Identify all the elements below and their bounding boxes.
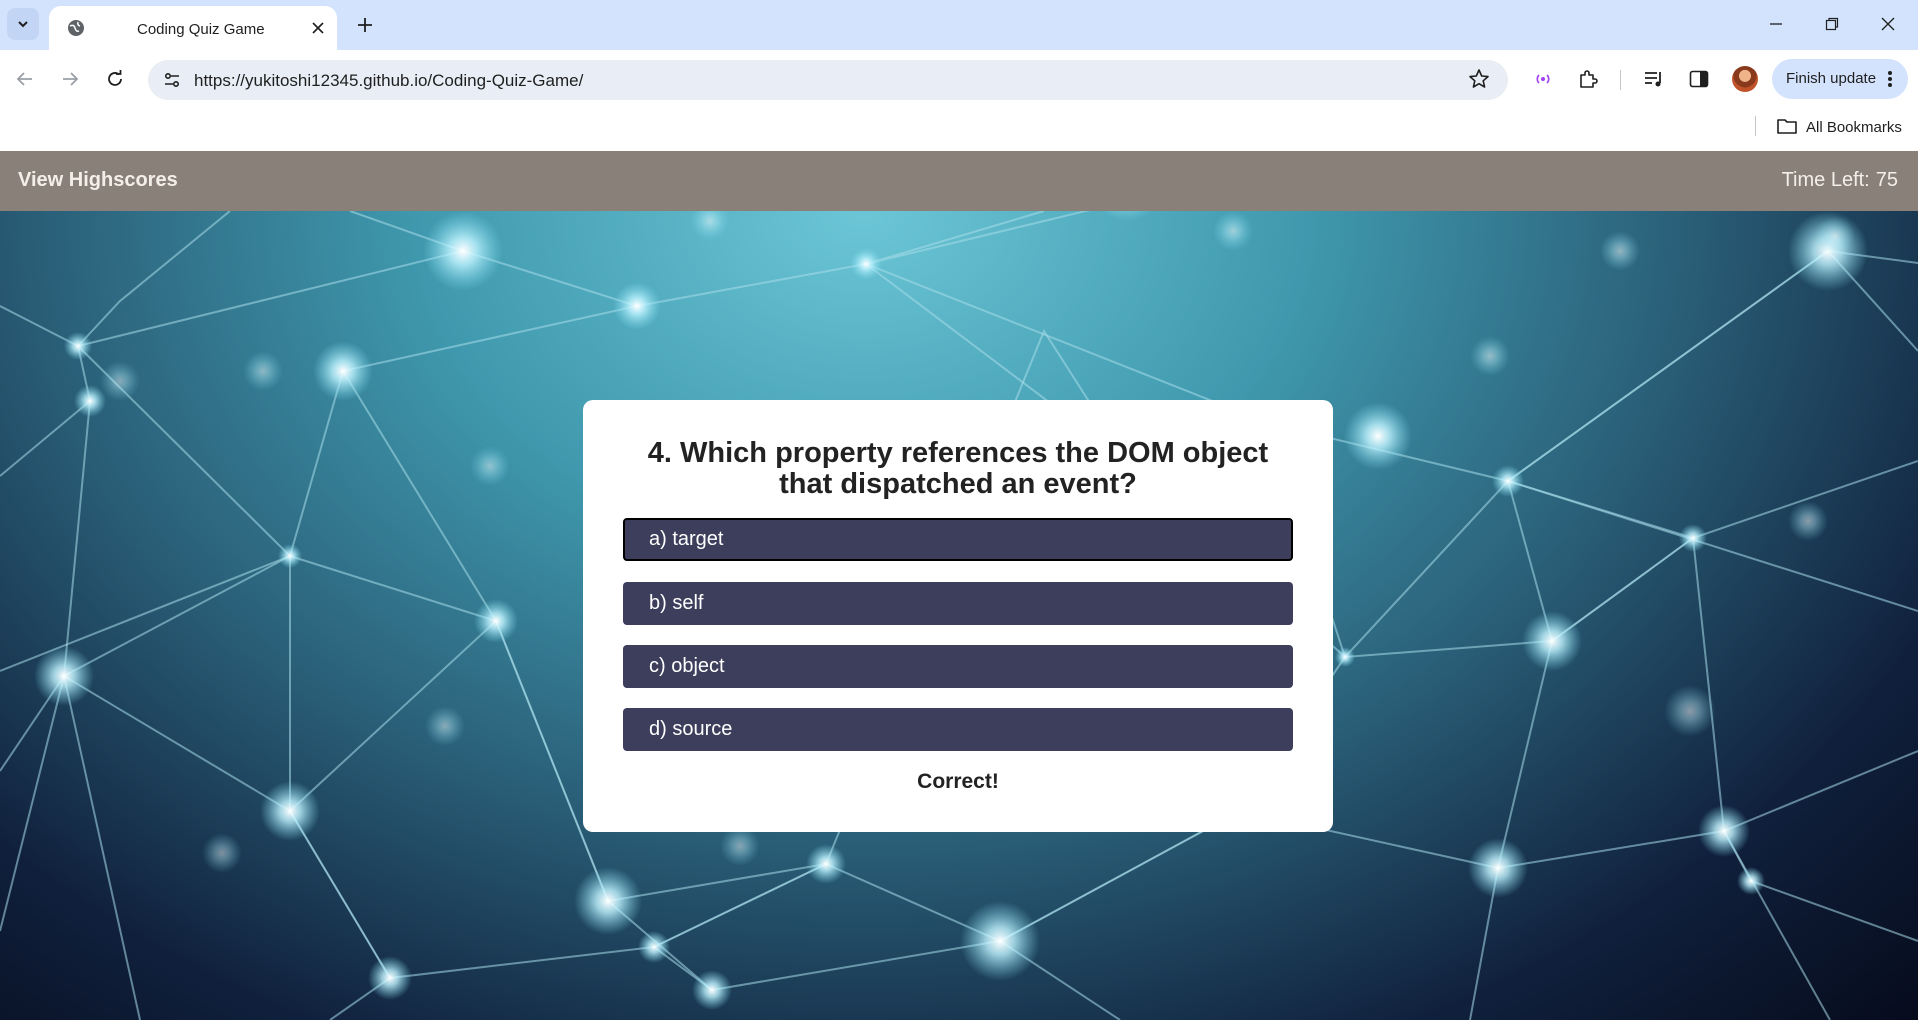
- extensions-icon[interactable]: [1575, 66, 1601, 92]
- plus-icon: [357, 17, 373, 33]
- more-icon: [1886, 69, 1894, 89]
- forward-icon: [61, 70, 79, 88]
- minimize-button[interactable]: [1764, 12, 1788, 36]
- close-icon: [1881, 17, 1895, 31]
- finish-update-label: Finish update: [1786, 70, 1877, 87]
- page-header: View Highscores Time Left: 75: [0, 151, 1918, 211]
- tab-coding-quiz[interactable]: Coding Quiz Game: [49, 6, 337, 50]
- toolbar-separator: [1620, 70, 1621, 90]
- reload-button[interactable]: [100, 64, 130, 94]
- address-bar[interactable]: https://yukitoshi12345.github.io/Coding-…: [148, 60, 1508, 100]
- new-tab-button[interactable]: [351, 11, 379, 39]
- side-panel-icon[interactable]: [1686, 66, 1712, 92]
- browser-toolbar: https://yukitoshi12345.github.io/Coding-…: [0, 50, 1918, 108]
- choice-b-button[interactable]: b) self: [623, 582, 1293, 625]
- choice-c-button[interactable]: c) object: [623, 645, 1293, 688]
- folder-icon[interactable]: [1776, 117, 1798, 135]
- reload-icon: [106, 70, 124, 88]
- finish-update-button[interactable]: Finish update: [1772, 59, 1908, 99]
- quiz-card: 4. Which property references the DOM obj…: [583, 400, 1333, 832]
- back-button[interactable]: [10, 64, 40, 94]
- bookmarks-bar: All Bookmarks: [0, 108, 1918, 151]
- restore-button[interactable]: [1820, 12, 1844, 36]
- view-highscores-link[interactable]: View Highscores: [18, 169, 178, 192]
- restore-icon: [1825, 17, 1839, 31]
- tab-search-button[interactable]: [7, 8, 39, 40]
- timer-label: Time Left:: [1781, 169, 1870, 191]
- answer-feedback: Correct!: [917, 770, 999, 793]
- choice-a-button[interactable]: a) target: [623, 518, 1293, 561]
- timer: Time Left: 75: [1782, 169, 1898, 192]
- all-bookmarks-link[interactable]: All Bookmarks: [1806, 119, 1902, 136]
- globe-icon: [66, 18, 86, 38]
- bookmarks-separator: [1755, 116, 1756, 136]
- star-icon[interactable]: [1468, 68, 1490, 90]
- cast-icon[interactable]: [1530, 66, 1556, 92]
- site-info-icon[interactable]: [158, 66, 186, 94]
- profile-avatar[interactable]: [1732, 66, 1758, 92]
- question-text: 4. Which property references the DOM obj…: [647, 437, 1269, 500]
- back-icon: [16, 70, 34, 88]
- close-icon[interactable]: [307, 17, 329, 39]
- tab-title: Coding Quiz Game: [137, 21, 265, 38]
- forward-button[interactable]: [55, 64, 85, 94]
- minimize-icon: [1769, 17, 1783, 31]
- choice-d-button[interactable]: d) source: [623, 708, 1293, 751]
- timer-value: 75: [1875, 169, 1898, 191]
- tab-strip: Coding Quiz Game: [0, 0, 1918, 50]
- window-close-button[interactable]: [1876, 12, 1900, 36]
- chevron-down-icon: [16, 17, 30, 31]
- media-icon[interactable]: [1641, 66, 1667, 92]
- url-text: https://yukitoshi12345.github.io/Coding-…: [194, 71, 584, 90]
